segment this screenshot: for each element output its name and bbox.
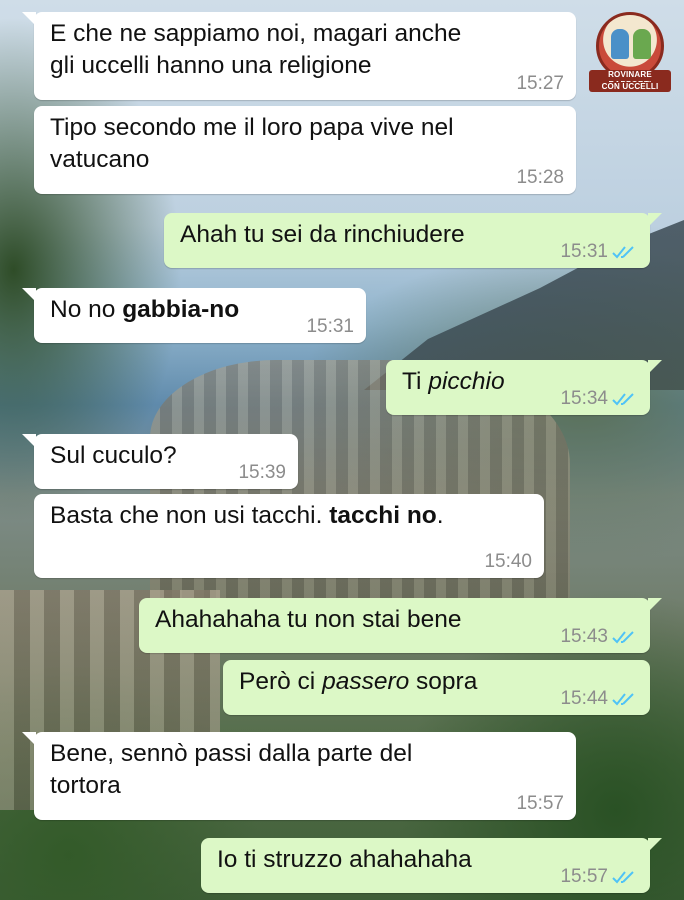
message-text: Tipo secondo me il loro papa vive nel va…	[50, 114, 454, 173]
message-text: E che ne sappiamo noi, magari anche gli …	[50, 20, 462, 79]
message-time: 15:31	[306, 316, 354, 337]
message-time: 15:57	[560, 866, 608, 887]
bold-text: gabbia-no	[122, 296, 240, 323]
message-bubble-incoming[interactable]: Basta che non usi tacchi. tacchi no. 15:…	[34, 494, 544, 578]
watermark-logo: ROVINARE RAPPORTI CON UCCELLI	[589, 12, 671, 98]
message-time: 15:44	[560, 688, 608, 709]
message-bubble-outgoing[interactable]: Però ci passero sopra 15:44	[223, 660, 650, 715]
message-time: 15:40	[484, 551, 532, 572]
logo-figure-right	[633, 29, 651, 59]
message-time: 15:28	[516, 167, 564, 188]
message-time: 15:39	[238, 462, 286, 483]
message-time: 15:34	[560, 388, 608, 409]
message-text: Basta che non usi tacchi. tacchi no.	[50, 502, 444, 529]
double-check-icon	[612, 631, 634, 644]
message-time: 15:27	[516, 73, 564, 94]
message-time: 15:31	[560, 241, 608, 262]
italic-text: passero	[322, 668, 410, 695]
chat-message-list: E che ne sappiamo noi, magari anche gli …	[0, 0, 684, 900]
double-check-icon	[612, 393, 634, 406]
message-bubble-outgoing[interactable]: Ahahahaha tu non stai bene 15:43	[139, 598, 662, 653]
message-time: 15:43	[560, 626, 608, 647]
double-check-icon	[612, 693, 634, 706]
message-time: 15:57	[516, 793, 564, 814]
message-bubble-outgoing[interactable]: Ahah tu sei da rinchiudere 15:31	[164, 213, 662, 268]
message-bubble-incoming[interactable]: Tipo secondo me il loro papa vive nel va…	[34, 106, 576, 194]
message-bubble-incoming[interactable]: Bene, sennò passi dalla parte del tortor…	[22, 732, 576, 820]
bold-text: tacchi no	[329, 502, 437, 529]
logo-text-line2: CON UCCELLI	[589, 82, 671, 92]
logo-figure-left	[611, 29, 629, 59]
message-bubble-incoming[interactable]: No no gabbia-no 15:31	[22, 288, 366, 343]
double-check-icon	[612, 871, 634, 884]
message-text: Bene, sennò passi dalla parte del tortor…	[50, 740, 413, 799]
message-bubble-incoming[interactable]: Sul cuculo? 15:39	[22, 434, 298, 489]
double-check-icon	[612, 246, 634, 259]
message-bubble-outgoing[interactable]: Ti picchio 15:34	[386, 360, 662, 415]
message-bubble-outgoing[interactable]: Io ti struzzo ahahahaha 15:57	[201, 838, 662, 893]
italic-text: picchio	[428, 368, 505, 395]
message-bubble-incoming[interactable]: E che ne sappiamo noi, magari anche gli …	[22, 12, 576, 100]
